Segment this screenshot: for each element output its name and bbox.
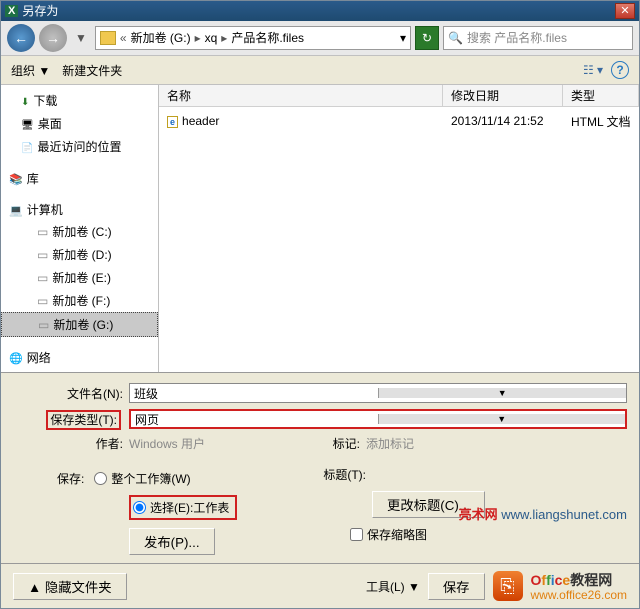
navbar: ← → ▼ « 新加卷 (G:) ▸ xq ▸ 产品名称.files ▾ ↻ 🔍… bbox=[1, 21, 639, 57]
titlebar: X 另存为 ✕ bbox=[1, 1, 639, 21]
window-title: 另存为 bbox=[22, 2, 615, 19]
office-logo-icon: ⎘ bbox=[493, 571, 523, 601]
search-icon: 🔍 bbox=[448, 31, 463, 45]
filetype-label: 保存类型(T): bbox=[46, 410, 121, 430]
history-dropdown[interactable]: ▼ bbox=[71, 31, 91, 45]
path-drive[interactable]: 新加卷 (G:) bbox=[131, 29, 191, 46]
title-label: 标题(T): bbox=[320, 466, 372, 483]
nav-tree: 下载 桌面 最近访问的位置 库 计算机 新加卷 (C:) 新加卷 (D:) 新加… bbox=[1, 85, 159, 372]
author-label: 作者: bbox=[13, 435, 129, 452]
radio-selection[interactable]: 选择(E):工作表 bbox=[13, 491, 320, 524]
tree-libraries[interactable]: 库 bbox=[1, 168, 158, 189]
folder-icon bbox=[100, 31, 116, 45]
tree-drive-d[interactable]: 新加卷 (D:) bbox=[1, 243, 158, 266]
toolbar: 组织 ▼ 新建文件夹 ☷ ▾ ? bbox=[1, 56, 639, 85]
tree-drive-f[interactable]: 新加卷 (F:) bbox=[1, 289, 158, 312]
view-button[interactable]: ☷ ▾ bbox=[581, 60, 605, 80]
tree-drive-e[interactable]: 新加卷 (E:) bbox=[1, 266, 158, 289]
tree-network[interactable]: 网络 bbox=[1, 347, 158, 368]
watermark-office26: Office教程网 www.office26.com bbox=[531, 570, 628, 602]
publish-button[interactable]: 发布(P)... bbox=[129, 528, 215, 555]
radio-whole-workbook[interactable]: 保存: 整个工作簿(W) bbox=[13, 466, 320, 491]
address-bar[interactable]: « 新加卷 (G:) ▸ xq ▸ 产品名称.files ▾ bbox=[95, 26, 411, 50]
save-button[interactable]: 保存 bbox=[428, 573, 485, 600]
close-button[interactable]: ✕ bbox=[615, 3, 635, 19]
thumbnail-checkbox[interactable]: 保存缩略图 bbox=[320, 526, 627, 543]
tree-downloads[interactable]: 下载 bbox=[1, 89, 158, 112]
html-file-icon bbox=[167, 114, 178, 128]
column-headers[interactable]: 名称 修改日期 类型 bbox=[159, 85, 639, 107]
search-input[interactable]: 🔍 搜索 产品名称.files bbox=[443, 26, 633, 50]
app-icon: X bbox=[5, 5, 18, 17]
filetype-combo[interactable]: 网页▼ bbox=[129, 409, 627, 429]
author-value[interactable]: Windows 用户 bbox=[129, 435, 205, 452]
file-list: 名称 修改日期 类型 header 2013/11/14 21:52 HTML … bbox=[159, 85, 639, 372]
refresh-button[interactable]: ↻ bbox=[415, 26, 439, 50]
col-date[interactable]: 修改日期 bbox=[443, 85, 563, 106]
back-button[interactable]: ← bbox=[7, 24, 35, 52]
col-name[interactable]: 名称 bbox=[159, 85, 443, 106]
tools-menu[interactable]: 工具(L) ▼ bbox=[366, 578, 420, 595]
organize-menu[interactable]: 组织 ▼ bbox=[11, 62, 50, 79]
tags-label: 标记: bbox=[320, 435, 366, 452]
watermark-liangshunet: 亮术网 www.liangshunet.com bbox=[459, 504, 627, 523]
tree-drive-g[interactable]: 新加卷 (G:) bbox=[1, 312, 158, 337]
path-dir2[interactable]: 产品名称.files bbox=[231, 29, 304, 46]
tree-drive-c[interactable]: 新加卷 (C:) bbox=[1, 220, 158, 243]
tree-computer[interactable]: 计算机 bbox=[1, 199, 158, 220]
help-button[interactable]: ? bbox=[611, 61, 629, 79]
filename-label: 文件名(N): bbox=[13, 385, 129, 402]
tree-recent[interactable]: 最近访问的位置 bbox=[1, 135, 158, 158]
tree-desktop[interactable]: 桌面 bbox=[1, 112, 158, 135]
file-row[interactable]: header 2013/11/14 21:52 HTML 文档 bbox=[159, 107, 639, 129]
col-type[interactable]: 类型 bbox=[563, 85, 639, 106]
tags-value[interactable]: 添加标记 bbox=[366, 435, 414, 452]
hide-folders-button[interactable]: ▲ 隐藏文件夹 bbox=[13, 573, 127, 600]
forward-button[interactable]: → bbox=[39, 24, 67, 52]
search-placeholder: 搜索 产品名称.files bbox=[467, 29, 567, 46]
filename-input[interactable]: 班级▼ bbox=[129, 383, 627, 403]
path-dir1[interactable]: xq bbox=[205, 31, 218, 45]
new-folder-button[interactable]: 新建文件夹 bbox=[62, 62, 122, 79]
